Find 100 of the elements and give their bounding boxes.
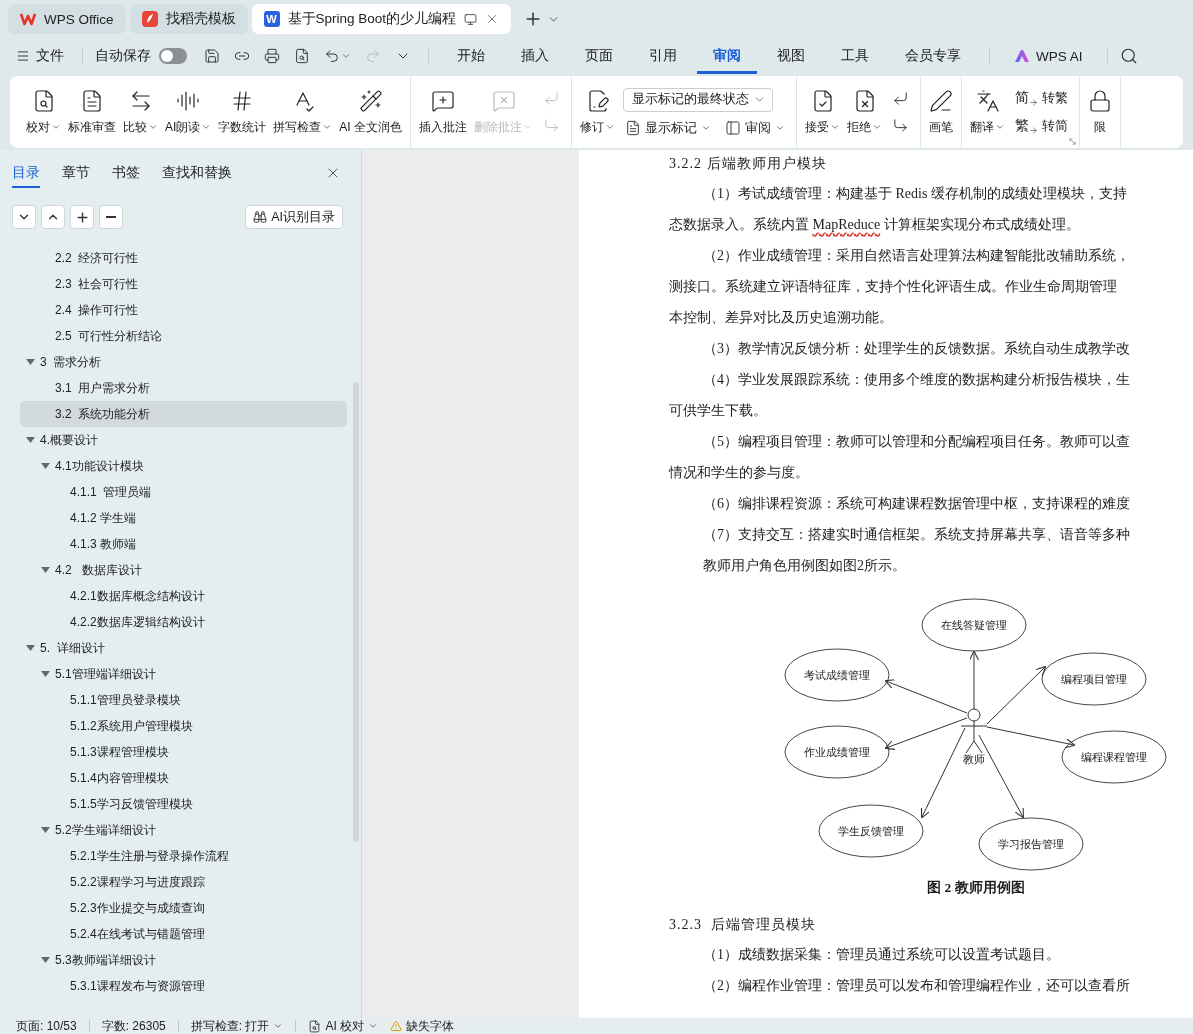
outline-item[interactable]: 3 需求分析 bbox=[20, 349, 347, 375]
outline-item[interactable]: 2.2 经济可行性 bbox=[20, 245, 347, 271]
ribbon-tab[interactable]: 会员专享 bbox=[889, 38, 977, 74]
caret-icon bbox=[872, 122, 882, 132]
outline-item[interactable]: 5.1管理端详细设计 bbox=[20, 661, 347, 687]
outline-item[interactable]: 5.1.3课程管理模块 bbox=[20, 739, 347, 765]
paragraph-line: 本控制、差异对比及历史追溯功能。 bbox=[669, 309, 894, 327]
ribbon-button[interactable]: 限 bbox=[1085, 84, 1115, 140]
binoculars-icon bbox=[253, 210, 268, 224]
status-item[interactable]: AI 校对 bbox=[308, 1017, 391, 1034]
expand-button[interactable] bbox=[41, 205, 65, 229]
wps-ai-button[interactable]: WPS AI bbox=[1002, 48, 1095, 64]
outline-item[interactable]: 5.3教师端详细设计 bbox=[20, 947, 347, 973]
ribbon-button[interactable]: 比较 bbox=[120, 84, 161, 140]
expander-triangle-icon[interactable] bbox=[41, 462, 50, 470]
outline-item[interactable]: 4.1.3 教师端 bbox=[20, 531, 347, 557]
expander-triangle-icon[interactable] bbox=[41, 956, 50, 964]
collapse-button[interactable] bbox=[12, 205, 36, 229]
ai-outline-button[interactable]: AI识别目录 bbox=[245, 205, 343, 229]
ribbon-button[interactable]: 画笔 bbox=[926, 84, 956, 140]
outline-item[interactable]: 4.1.1 管理员端 bbox=[20, 479, 347, 505]
ribbon-small-button[interactable]: 显示标记 bbox=[623, 119, 713, 137]
status-item[interactable]: 拼写检查: 打开 bbox=[190, 1017, 296, 1034]
outline-item[interactable]: 4.2 数据库设计 bbox=[20, 557, 347, 583]
paragraph-line: （1）考试成绩管理：构建基于 Redis 缓存机制的成绩处理模块，支持 bbox=[702, 185, 1128, 203]
ribbon-button[interactable]: 插入批注 bbox=[416, 84, 470, 140]
pane-tab[interactable]: 书签 bbox=[112, 158, 140, 188]
expander-triangle-icon[interactable] bbox=[41, 670, 50, 678]
print-preview-icon bbox=[294, 48, 310, 64]
outline-item[interactable]: 4.1.2 学生端 bbox=[20, 505, 347, 531]
outline-item[interactable]: 5.1.5学习反馈管理模块 bbox=[20, 791, 347, 817]
scrollbar-thumb[interactable] bbox=[353, 382, 359, 842]
outline-item[interactable]: 5.2学生端详细设计 bbox=[20, 817, 347, 843]
outline-item[interactable]: 5.2.4在线考试与错题管理 bbox=[20, 921, 347, 947]
pane-tab[interactable]: 查找和替换 bbox=[162, 158, 232, 188]
next-arrow-icon bbox=[892, 117, 909, 134]
ribbon-tab[interactable]: 插入 bbox=[505, 38, 565, 74]
status-item[interactable]: 缺失字体 bbox=[390, 1017, 467, 1034]
outline-item[interactable]: 5.3.1课程发布与资源管理 bbox=[20, 973, 347, 999]
remove-button[interactable] bbox=[99, 205, 123, 229]
expander-triangle-icon[interactable] bbox=[41, 566, 50, 574]
ribbon-tab[interactable]: 页面 bbox=[569, 38, 629, 74]
save-icon bbox=[204, 48, 220, 64]
minus-icon bbox=[106, 216, 116, 218]
ribbon-button[interactable]: 修订 bbox=[577, 84, 618, 140]
outline-item[interactable]: 3.1 用户需求分析 bbox=[20, 375, 347, 401]
outline-item[interactable]: 5.2.3作业提交与成绩查询 bbox=[20, 895, 347, 921]
outline-item[interactable]: 4.2.2数据库逻辑结构设计 bbox=[20, 609, 347, 635]
convert-button[interactable]: 简 转繁 bbox=[1013, 89, 1070, 107]
convert-button[interactable]: 繁 转简 bbox=[1013, 117, 1070, 135]
ribbon-tab[interactable]: 工具 bbox=[825, 38, 885, 74]
caret-icon bbox=[775, 123, 785, 133]
caret-icon bbox=[605, 122, 615, 132]
paragraph-line: （6）编排课程资源：系统可构建课程数据管理中枢，支持课程的难度 bbox=[702, 495, 1131, 513]
outline-item[interactable]: 5.2.1学生注册与登录操作流程 bbox=[20, 843, 347, 869]
window-tab[interactable]: WPS Office bbox=[8, 4, 126, 34]
outline-item[interactable]: 5.2.2课程学习与进度跟踪 bbox=[20, 869, 347, 895]
ai-logo-icon bbox=[1014, 49, 1030, 63]
outline-item[interactable]: 5. 详细设计 bbox=[20, 635, 347, 661]
outline-item[interactable]: 2.4 操作可行性 bbox=[20, 297, 347, 323]
ribbon-button[interactable]: 拒绝 bbox=[844, 84, 885, 140]
file-menu[interactable]: 文件 bbox=[10, 47, 70, 65]
markup-select[interactable]: 显示标记的最终状态 bbox=[623, 87, 773, 112]
document-logo-icon: W bbox=[263, 11, 280, 27]
expander-triangle-icon[interactable] bbox=[26, 644, 35, 652]
outline-item[interactable]: 4.1功能设计模块 bbox=[20, 453, 347, 479]
pane-tab[interactable]: 目录 bbox=[12, 158, 40, 188]
ribbon-button[interactable]: 翻译 bbox=[967, 84, 1008, 140]
ribbon-tab[interactable]: 视图 bbox=[761, 38, 821, 74]
outline-item[interactable]: 5.1.4内容管理模块 bbox=[20, 765, 347, 791]
ribbon-button[interactable]: 校对 bbox=[23, 84, 64, 140]
ribbon-button[interactable]: 标准审查 bbox=[65, 84, 119, 140]
ribbon-button[interactable]: 接受 bbox=[802, 84, 843, 140]
ribbon-small-button[interactable]: 审阅 bbox=[723, 119, 787, 137]
ribbon-button[interactable]: AI 全文润色 bbox=[336, 84, 405, 140]
expander-triangle-icon[interactable] bbox=[26, 358, 35, 366]
outline-item[interactable]: 5.1.2系统用户管理模块 bbox=[20, 713, 347, 739]
autosave-toggle[interactable] bbox=[159, 48, 187, 64]
window-tab[interactable]: 找稻壳模板 bbox=[129, 4, 248, 34]
ribbon-tab[interactable]: 引用 bbox=[633, 38, 693, 74]
outline-item[interactable]: 4.概要设计 bbox=[20, 427, 347, 453]
use-case-ellipse: 作业成绩管理 bbox=[784, 725, 890, 779]
ribbon-button[interactable]: 字数统计 bbox=[215, 84, 270, 140]
outline-item[interactable]: 3.2 系统功能分析 bbox=[20, 401, 347, 427]
paragraph-line: （3）教学情况反馈分析：处理学生的反馈数据。系统自动生成教学改 bbox=[702, 340, 1131, 358]
outline-item[interactable]: 4.2.1数据库概念结构设计 bbox=[20, 583, 347, 609]
expander-triangle-icon[interactable] bbox=[41, 826, 50, 834]
ribbon-button[interactable]: AI朗读 bbox=[162, 84, 215, 140]
pane-tab[interactable]: 章节 bbox=[62, 158, 90, 188]
document-icon bbox=[80, 88, 104, 113]
actor-label: 教师 bbox=[963, 753, 985, 765]
expander-triangle-icon[interactable] bbox=[26, 436, 35, 444]
window-tab[interactable]: W 基于Spring Boot的少儿编程 bbox=[251, 4, 512, 34]
outline-item[interactable]: 2.5 可行性分析结论 bbox=[20, 323, 347, 349]
ribbon-tab[interactable]: 开始 bbox=[441, 38, 501, 74]
outline-item[interactable]: 2.3 社会可行性 bbox=[20, 271, 347, 297]
ribbon-button[interactable]: 拼写检查 bbox=[270, 84, 336, 140]
paragraph-line: （4）学业发展跟踪系统：使用多个维度的数据构建分析报告模块，生 bbox=[702, 371, 1131, 389]
add-button[interactable] bbox=[70, 205, 94, 229]
outline-item[interactable]: 5.1.1管理员登录模块 bbox=[20, 687, 347, 713]
